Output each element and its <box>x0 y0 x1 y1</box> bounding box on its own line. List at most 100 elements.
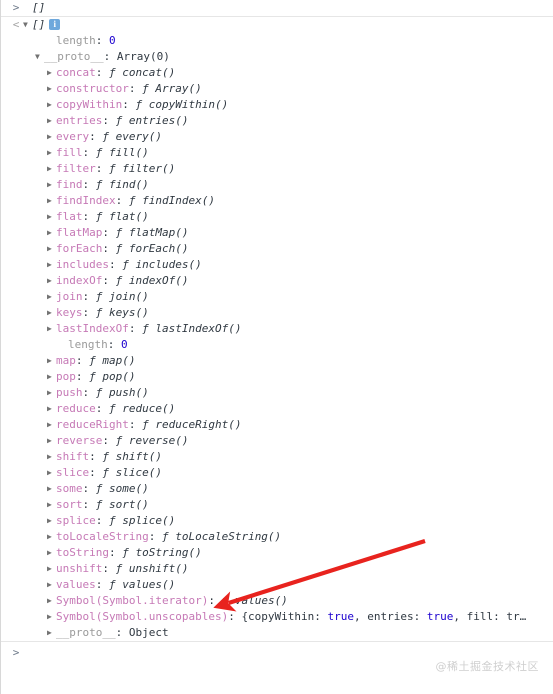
disclosure-triangle-closed-icon[interactable]: ▶ <box>47 449 56 465</box>
disclosure-triangle-closed-icon[interactable]: ▶ <box>47 273 56 289</box>
console-row[interactable]: ▶ findIndex: ƒ findIndex() <box>1 193 553 209</box>
function-marker-icon: ƒ <box>89 354 96 367</box>
console-row[interactable]: ▶ keys: ƒ keys() <box>1 305 553 321</box>
disclosure-triangle-closed-icon[interactable]: ▶ <box>47 577 56 593</box>
property-value: includes() <box>135 258 202 271</box>
property-name: includes <box>56 258 109 271</box>
console-row[interactable]: ▶ flat: ƒ flat() <box>1 209 553 225</box>
console-row[interactable]: > [] <box>1 0 553 16</box>
property-value: 0 <box>121 338 128 351</box>
console-row[interactable]: ▶ flatMap: ƒ flatMap() <box>1 225 553 241</box>
disclosure-triangle-closed-icon[interactable]: ▶ <box>47 465 56 481</box>
gutter-spacer <box>9 593 23 609</box>
disclosure-triangle-closed-icon[interactable]: ▶ <box>47 593 56 609</box>
console-row[interactable]: ▶ reduceRight: ƒ reduceRight() <box>1 417 553 433</box>
disclosure-triangle-closed-icon[interactable]: ▶ <box>47 369 56 385</box>
disclosure-triangle-closed-icon[interactable]: ▶ <box>47 545 56 561</box>
console-row[interactable]: ▶ reverse: ƒ reverse() <box>1 433 553 449</box>
watermark-text: @稀土掘金技术社区 <box>435 660 539 673</box>
property-value: reduce() <box>122 402 176 415</box>
disclosure-triangle-closed-icon[interactable]: ▶ <box>47 145 56 161</box>
console-row[interactable]: ▶ entries: ƒ entries() <box>1 113 553 129</box>
disclosure-triangle-closed-icon[interactable]: ▶ <box>47 321 56 337</box>
disclosure-triangle-closed-icon[interactable]: ▶ <box>47 225 56 241</box>
disclosure-triangle-closed-icon[interactable]: ▶ <box>47 161 56 177</box>
function-marker-icon: ƒ <box>95 498 103 511</box>
disclosure-triangle-closed-icon[interactable]: ▶ <box>47 129 56 145</box>
console-row[interactable]: ▶ shift: ƒ shift() <box>1 449 553 465</box>
disclosure-triangle-closed-icon[interactable]: ▶ <box>47 385 56 401</box>
disclosure-triangle-closed-icon[interactable]: ▶ <box>47 241 56 257</box>
console-row[interactable]: length: 0 <box>1 337 553 353</box>
property-value: lastIndexOf() <box>155 322 242 335</box>
gutter-spacer <box>9 609 23 625</box>
colon-separator: : <box>82 146 90 159</box>
console-row[interactable]: ▶ forEach: ƒ forEach() <box>1 241 553 257</box>
gutter-spacer <box>9 273 23 289</box>
disclosure-triangle-closed-icon[interactable]: ▶ <box>47 257 56 273</box>
disclosure-triangle-closed-icon[interactable]: ▶ <box>47 481 56 497</box>
console-row[interactable]: ▶ constructor: ƒ Array() <box>1 81 553 97</box>
gutter-spacer <box>9 145 23 161</box>
console-row[interactable]: ▶ filter: ƒ filter() <box>1 161 553 177</box>
console-row[interactable]: ▶ copyWithin: ƒ copyWithin() <box>1 97 553 113</box>
gutter-spacer <box>9 241 23 257</box>
info-badge-icon[interactable]: i <box>49 18 61 30</box>
disclosure-triangle-closed-icon[interactable]: ▶ <box>47 417 56 433</box>
disclosure-triangle-closed-icon[interactable]: ▶ <box>47 529 56 545</box>
devtools-console-panel[interactable]: > [] < ▼[] i length: 0 ▼ __proto__: Array(0)… <box>0 0 553 694</box>
disclosure-triangle-closed-icon[interactable]: ▶ <box>47 497 56 513</box>
console-row[interactable]: ▶ Symbol(Symbol.unscopables): {copyWithin… <box>1 609 553 625</box>
disclosure-triangle-closed-icon[interactable]: ▶ <box>47 177 56 193</box>
console-row[interactable]: ▶ includes: ƒ includes() <box>1 257 553 273</box>
disclosure-triangle-closed-icon[interactable]: ▶ <box>47 561 56 577</box>
disclosure-triangle-closed-icon[interactable]: ▶ <box>47 209 56 225</box>
disclosure-triangle-closed-icon[interactable]: ▶ <box>47 353 56 369</box>
colon-separator: : <box>95 578 103 591</box>
console-row[interactable]: ▼ __proto__: Array(0) <box>1 49 553 65</box>
console-row[interactable]: ▶ some: ƒ some() <box>1 481 553 497</box>
disclosure-triangle-closed-icon[interactable]: ▶ <box>47 401 56 417</box>
console-row[interactable]: ▶ toString: ƒ toString() <box>1 545 553 561</box>
disclosure-triangle-closed-icon[interactable]: ▶ <box>47 81 56 97</box>
console-row[interactable]: ▶ slice: ƒ slice() <box>1 465 553 481</box>
console-row[interactable]: ▶ push: ƒ push() <box>1 385 553 401</box>
console-row[interactable]: ▶ Symbol(Symbol.iterator): ƒ values() <box>1 593 553 609</box>
disclosure-triangle-closed-icon[interactable]: ▶ <box>47 305 56 321</box>
console-row[interactable]: ▶ map: ƒ map() <box>1 353 553 369</box>
console-row[interactable]: ▶ sort: ƒ sort() <box>1 497 553 513</box>
disclosure-triangle-closed-icon[interactable]: ▶ <box>47 433 56 449</box>
disclosure-triangle-closed-icon[interactable]: ▶ <box>47 65 56 81</box>
gutter-spacer <box>9 369 23 385</box>
property-value: entries() <box>128 114 189 127</box>
console-row[interactable]: ▶ join: ƒ join() <box>1 289 553 305</box>
disclosure-triangle-closed-icon[interactable]: ▶ <box>47 193 56 209</box>
console-row[interactable]: ▶ concat: ƒ concat() <box>1 65 553 81</box>
console-row[interactable]: length: 0 <box>1 33 553 49</box>
property-value: reduceRight() <box>155 418 242 431</box>
disclosure-triangle-closed-icon[interactable]: ▶ <box>47 513 56 529</box>
console-row[interactable]: ▶ pop: ƒ pop() <box>1 369 553 385</box>
console-row[interactable]: ▶ lastIndexOf: ƒ lastIndexOf() <box>1 321 553 337</box>
disclosure-triangle-open-icon[interactable]: ▼ <box>35 49 44 65</box>
console-row[interactable]: ▶ splice: ƒ splice() <box>1 513 553 529</box>
disclosure-triangle-closed-icon[interactable]: ▶ <box>47 113 56 129</box>
function-marker-icon: ƒ <box>95 290 103 303</box>
console-row[interactable]: < ▼[] i <box>1 16 553 33</box>
disclosure-triangle-closed-icon[interactable]: ▶ <box>47 289 56 305</box>
console-row[interactable]: ▶ toLocaleString: ƒ toLocaleString() <box>1 529 553 545</box>
console-row[interactable]: ▶ fill: ƒ fill() <box>1 145 553 161</box>
console-row[interactable]: ▶ indexOf: ƒ indexOf() <box>1 273 553 289</box>
disclosure-triangle-open-icon[interactable]: ▼ <box>23 17 32 33</box>
property-value: shift() <box>115 450 162 463</box>
disclosure-triangle-closed-icon[interactable]: ▶ <box>47 625 56 641</box>
console-row[interactable]: ▶ unshift: ƒ unshift() <box>1 561 553 577</box>
console-row[interactable]: ▶ reduce: ƒ reduce() <box>1 401 553 417</box>
console-row[interactable]: ▶ find: ƒ find() <box>1 177 553 193</box>
disclosure-triangle-closed-icon[interactable]: ▶ <box>47 97 56 113</box>
disclosure-triangle-closed-icon[interactable]: ▶ <box>47 609 56 625</box>
console-row[interactable]: ▶ values: ƒ values() <box>1 577 553 593</box>
console-row[interactable]: ▶ __proto__: Object <box>1 625 553 641</box>
function-marker-icon: ƒ <box>161 530 169 543</box>
console-row[interactable]: ▶ every: ƒ every() <box>1 129 553 145</box>
